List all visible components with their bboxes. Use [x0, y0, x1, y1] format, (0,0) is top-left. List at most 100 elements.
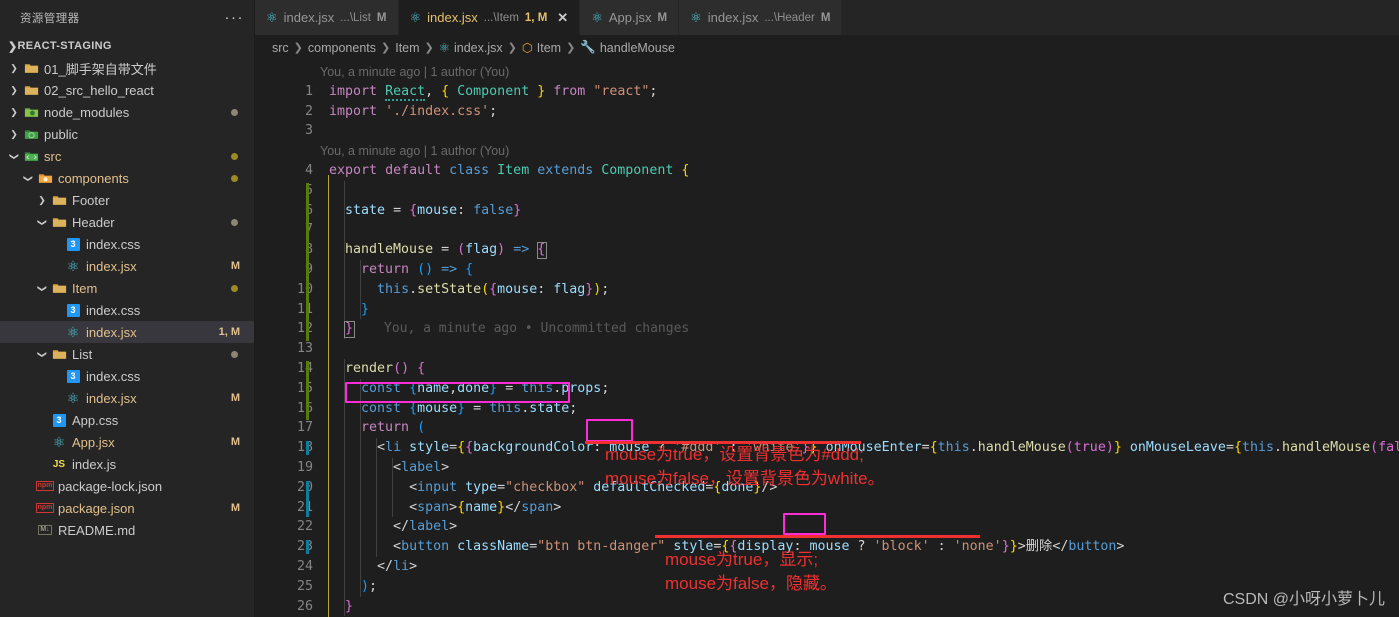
- tab-git-badge: M: [657, 11, 668, 24]
- breadcrumb-item-4[interactable]: ⬡ Item: [521, 40, 561, 56]
- tree-item-index.jsx[interactable]: ⚛ index.jsx 1, M: [0, 321, 254, 343]
- tree-item-01_[interactable]: ❯ 01_脚手架自带文件: [0, 57, 254, 79]
- folder-icon: [22, 83, 40, 98]
- code-text: export default class Item extends Compon…: [329, 163, 690, 178]
- code-line: 7: [255, 220, 1399, 240]
- tree-item-header[interactable]: ❯ Header: [0, 211, 254, 233]
- tab-close-icon[interactable]: ✕: [557, 10, 568, 26]
- react-file-icon: ⚛: [66, 257, 80, 274]
- watermark: CSDN @小呀小萝卜儿: [1222, 591, 1385, 608]
- tree-item-components[interactable]: ❯ components: [0, 167, 254, 189]
- tree-item-label: index.css: [86, 368, 141, 384]
- tree-item-index.jsx[interactable]: ⚛ index.jsx M: [0, 387, 254, 409]
- tree-item-index.css[interactable]: 3 index.css: [0, 299, 254, 321]
- tree-item-index.css[interactable]: 3 index.css: [0, 365, 254, 387]
- code-line: 11 }: [255, 300, 1399, 320]
- modified-dot: [231, 108, 238, 116]
- tree-item-label: List: [72, 346, 93, 362]
- inline-blame-annotation: You, a minute ago • Uncommitted changes: [384, 321, 690, 337]
- breadcrumb-separator: ❯: [381, 42, 391, 54]
- tree-item-readme.md[interactable]: M↓ README.md: [0, 519, 254, 541]
- breadcrumb-item-3[interactable]: ⚛ index.jsx: [439, 40, 503, 56]
- tree-item-public[interactable]: ❯ public: [0, 123, 254, 145]
- tab-path: ...\Header: [764, 11, 815, 24]
- line-number: 3: [304, 123, 313, 139]
- tree-item-02_src_hello_react[interactable]: ❯ 02_src_hello_react: [0, 79, 254, 101]
- code-text: <span>{name}</span>: [409, 499, 562, 515]
- code-text: import './index.css';: [329, 103, 498, 119]
- tree-item-node_modules[interactable]: ❯ node_modules: [0, 101, 254, 123]
- breadcrumb-item-2[interactable]: Item: [395, 41, 419, 55]
- ellipsis-icon[interactable]: ···: [225, 10, 245, 25]
- tab-App-jsx-2[interactable]: ⚛ App.jsx M: [580, 0, 680, 35]
- code-line: 8 handleMouse = (flag) => {: [255, 240, 1399, 260]
- tab-index-jsx-1[interactable]: ⚛ index.jsx ...\Item 1, M ✕: [398, 0, 581, 35]
- project-root-row[interactable]: ❯ REACT-STAGING: [0, 35, 254, 57]
- markdown-file-icon: M↓: [38, 525, 52, 535]
- tree-item-app.jsx[interactable]: ⚛ App.jsx M: [0, 431, 254, 453]
- annotation-bgcolor-true: mouse为true，设置背景色为#ddd;: [605, 445, 864, 464]
- tab-git-badge: M: [820, 11, 831, 24]
- code-editor[interactable]: You, a minute ago | 1 author (You) 1 impor…: [255, 60, 1399, 617]
- indent-guide: [344, 180, 345, 340]
- tree-item-label: Item: [72, 280, 98, 296]
- git-status-badge: 1, M: [218, 326, 240, 338]
- class-symbol-icon: ⬡: [521, 41, 533, 55]
- git-added-gutter-marker: [306, 380, 309, 421]
- code-text: <label>: [393, 460, 450, 475]
- tab-index-jsx-0[interactable]: ⚛ index.jsx ...\List M: [255, 0, 399, 35]
- tab-path: ...\List: [340, 11, 371, 24]
- breadcrumb-item-5[interactable]: 🔧 handleMouse: [580, 40, 675, 55]
- line-number: 25: [296, 578, 313, 594]
- folder-icon: [50, 215, 68, 230]
- tab-index-jsx-3[interactable]: ⚛ index.jsx ...\Header M: [679, 0, 843, 35]
- indent-guide: [360, 260, 361, 320]
- breadcrumb-separator: ❯: [424, 42, 434, 54]
- tree-item-footer[interactable]: ❯ Footer: [0, 189, 254, 211]
- code-text: </label>: [393, 519, 458, 535]
- tree-item-package.json[interactable]: npm package.json M: [0, 497, 254, 519]
- tree-item-src[interactable]: ❯ src: [0, 145, 254, 167]
- code-text: state = {mouse: false}: [345, 202, 522, 218]
- folder-node-icon: [22, 105, 40, 120]
- code-line: 13: [255, 339, 1399, 359]
- indent-guide: [360, 378, 361, 597]
- css-file-icon: 3: [64, 369, 82, 383]
- tree-item-label: index.js: [72, 456, 117, 472]
- tree-item-index.css[interactable]: 3 index.css: [0, 233, 254, 255]
- tree-item-app.css[interactable]: 3 App.css: [0, 409, 254, 431]
- git-blame-annotation: You, a minute ago | 1 author (You): [320, 65, 510, 79]
- breadcrumb-item-1[interactable]: components: [308, 41, 376, 55]
- react-file-icon: ⚛: [690, 9, 702, 25]
- editor-area: ⚛ index.jsx ...\List M ⚛ index.jsx ...\Item 1, …: [255, 0, 1399, 617]
- code-text: this.setState({mouse: flag});: [377, 281, 610, 297]
- tab-filename: index.jsx: [283, 10, 335, 25]
- code-text: }: [361, 301, 370, 317]
- code-line: 3: [255, 121, 1399, 141]
- npm-file-icon: npm: [35, 481, 55, 491]
- breadcrumb: src ❯ components ❯ Item ❯ ⚛ index.jsx ❯ ⬡ Item ❯ 🔧 ha…: [255, 35, 1399, 60]
- method-symbol-icon: 🔧: [580, 40, 596, 54]
- line-number: 4: [304, 163, 313, 178]
- tree-item-index.jsx[interactable]: ⚛ index.jsx M: [0, 255, 254, 277]
- breadcrumb-item-0[interactable]: src: [272, 41, 289, 55]
- tree-item-list[interactable]: ❯ List: [0, 343, 254, 365]
- git-status-badge: M: [230, 392, 240, 404]
- vscode-window: 资源管理器 ··· ❯ REACT-STAGING ❯ 01_脚手架自带文件 ❯ 02…: [0, 0, 1399, 617]
- tree-item-index.js[interactable]: JS index.js: [0, 453, 254, 475]
- git-status-badge: M: [230, 502, 240, 514]
- tree-item-label: index.css: [86, 302, 141, 318]
- breadcrumb-label: src: [272, 40, 289, 55]
- tree-item-label: package-lock.json: [58, 478, 163, 494]
- breadcrumb-label: components: [307, 40, 376, 55]
- code-line: 9 return () => {: [255, 260, 1399, 280]
- tree-item-item[interactable]: ❯ Item: [0, 277, 254, 299]
- breadcrumb-separator: ❯: [293, 42, 303, 54]
- folder-components-icon: [36, 171, 54, 186]
- line-number: 26: [296, 598, 313, 614]
- explorer-sidebar: 资源管理器 ··· ❯ REACT-STAGING ❯ 01_脚手架自带文件 ❯ 02…: [0, 0, 255, 617]
- tree-item-package-lock.json[interactable]: npm package-lock.json: [0, 475, 254, 497]
- tree-item-label: App.css: [72, 412, 119, 428]
- breadcrumb-label: index.jsx: [453, 40, 503, 55]
- bracket-match-highlight: [344, 321, 356, 339]
